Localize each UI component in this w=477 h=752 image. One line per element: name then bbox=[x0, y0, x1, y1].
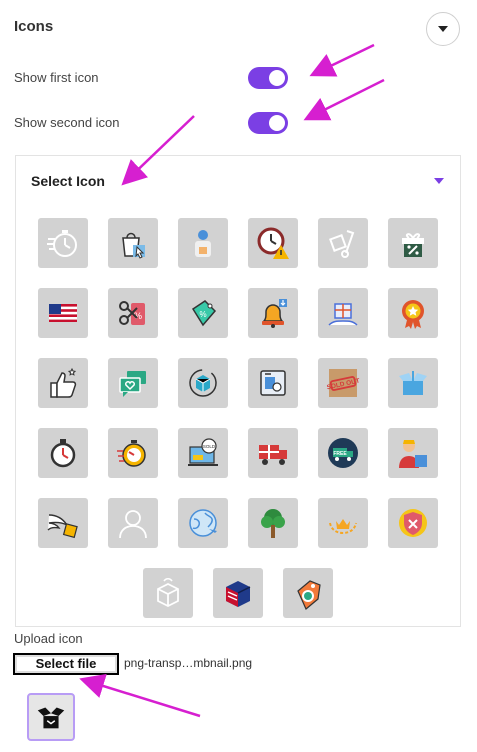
show-first-icon-toggle[interactable] bbox=[248, 67, 288, 89]
sold-out-box-icon: SOLD OUT bbox=[326, 369, 360, 397]
icon-option-scissors-discount[interactable]: % bbox=[108, 288, 158, 338]
whatsapp-tag-icon bbox=[297, 580, 321, 610]
icon-option-shopping-bag[interactable] bbox=[108, 218, 158, 268]
open-box-wings-icon bbox=[37, 707, 65, 729]
uploaded-icon-preview[interactable] bbox=[27, 693, 75, 741]
icon-option-award-badge[interactable] bbox=[388, 288, 438, 338]
annotation-arrow bbox=[79, 673, 201, 718]
gift-hands-icon bbox=[328, 303, 358, 326]
delivery-truck-gift-icon bbox=[259, 445, 287, 465]
chat-heart-icon bbox=[119, 371, 146, 397]
icon-option-gift-box[interactable] bbox=[388, 218, 438, 268]
thumbs-up-icon bbox=[50, 367, 77, 398]
box-return-outline-icon bbox=[157, 577, 179, 608]
us-flag-icon bbox=[49, 304, 77, 322]
us-shipping-box-icon bbox=[226, 581, 251, 607]
icon-option-delivery-person[interactable] bbox=[178, 218, 228, 268]
select-icon-title[interactable]: Select Icon bbox=[31, 173, 105, 189]
discount-tag-icon: % bbox=[191, 300, 217, 327]
delivery-person-icon bbox=[195, 230, 211, 257]
select-file-button[interactable]: Select file bbox=[13, 653, 119, 675]
clock-warning-icon bbox=[257, 227, 289, 259]
stopwatch-icon bbox=[50, 439, 76, 468]
shopping-bag-cursor-icon bbox=[122, 232, 145, 259]
collapse-button[interactable] bbox=[426, 12, 460, 46]
icon-option-sale-bell[interactable] bbox=[248, 288, 298, 338]
sale-bell-icon bbox=[262, 299, 287, 328]
caret-down-icon bbox=[438, 26, 448, 32]
icon-option-fast-clock[interactable] bbox=[108, 428, 158, 478]
upload-icon-label: Upload icon bbox=[14, 631, 83, 646]
svg-text:SOLD: SOLD bbox=[203, 444, 216, 449]
icon-option-sold-out-box[interactable]: SOLD OUT bbox=[318, 358, 368, 408]
selected-file-name: png-transp…mbnail.png bbox=[124, 656, 253, 670]
icon-option-open-box[interactable] bbox=[388, 358, 438, 408]
toggle-knob bbox=[269, 115, 285, 131]
svg-text:FREE: FREE bbox=[333, 451, 347, 457]
toggle-knob bbox=[269, 70, 285, 86]
open-box-icon bbox=[399, 371, 427, 395]
free-delivery-icon: FREE bbox=[328, 438, 358, 468]
tree-icon bbox=[261, 509, 285, 538]
icon-option-free-delivery[interactable]: FREE bbox=[318, 428, 368, 478]
show-second-icon-toggle[interactable] bbox=[248, 112, 288, 134]
crown-laurel-icon bbox=[329, 519, 357, 535]
icon-option-crown-laurel[interactable] bbox=[318, 498, 368, 548]
wings-box-icon bbox=[47, 514, 78, 539]
icon-option-person-outline[interactable] bbox=[108, 498, 158, 548]
icon-option-shop-box[interactable] bbox=[248, 358, 298, 408]
icon-option-us-shipping-box[interactable] bbox=[213, 568, 263, 618]
icon-option-chat-heart[interactable] bbox=[108, 358, 158, 408]
icon-option-clock-warning[interactable] bbox=[248, 218, 298, 268]
section-title: Icons bbox=[14, 18, 54, 35]
show-first-icon-label: Show first icon bbox=[14, 70, 99, 85]
annotation-arrow bbox=[309, 43, 375, 77]
shield-x-icon bbox=[399, 509, 427, 537]
icon-option-stopwatch[interactable] bbox=[38, 428, 88, 478]
icon-option-timer[interactable] bbox=[38, 218, 88, 268]
annotation-arrow bbox=[303, 78, 385, 121]
icon-option-whatsapp-tag[interactable] bbox=[283, 568, 333, 618]
icon-option-us-flag[interactable] bbox=[38, 288, 88, 338]
icon-option-shield-x[interactable] bbox=[388, 498, 438, 548]
icon-option-sold-out-laptop[interactable]: SOLD bbox=[178, 428, 228, 478]
scissors-discount-icon: % bbox=[119, 301, 145, 325]
person-outline-icon bbox=[119, 510, 147, 539]
timer-icon bbox=[47, 230, 77, 257]
box-return-icon bbox=[189, 369, 217, 397]
fast-clock-icon bbox=[117, 440, 146, 467]
courier-box-icon bbox=[399, 440, 427, 468]
icon-option-tree[interactable] bbox=[248, 498, 298, 548]
icon-option-thumbs-up[interactable] bbox=[38, 358, 88, 408]
show-second-icon-label: Show second icon bbox=[14, 115, 120, 130]
hand-truck-icon bbox=[329, 230, 355, 258]
icon-option-delivery-truck-gift[interactable] bbox=[248, 428, 298, 478]
icon-option-box-return[interactable] bbox=[178, 358, 228, 408]
icon-option-courier-box[interactable] bbox=[388, 428, 438, 478]
icon-option-wings-box[interactable] bbox=[38, 498, 88, 548]
globe-plane-icon bbox=[189, 509, 217, 537]
shop-box-icon bbox=[260, 370, 286, 396]
icon-option-discount-tag[interactable]: % bbox=[178, 288, 228, 338]
award-badge-icon bbox=[402, 300, 424, 329]
gift-box-icon bbox=[402, 233, 424, 257]
icon-option-globe-plane[interactable] bbox=[178, 498, 228, 548]
icon-option-box-return-outline[interactable] bbox=[143, 568, 193, 618]
panel-caret-down-icon[interactable] bbox=[434, 178, 444, 184]
icon-option-gift-hands[interactable] bbox=[318, 288, 368, 338]
svg-text:%: % bbox=[199, 310, 206, 319]
sold-out-laptop-icon: SOLD bbox=[188, 438, 218, 466]
icon-option-hand-truck[interactable] bbox=[318, 218, 368, 268]
